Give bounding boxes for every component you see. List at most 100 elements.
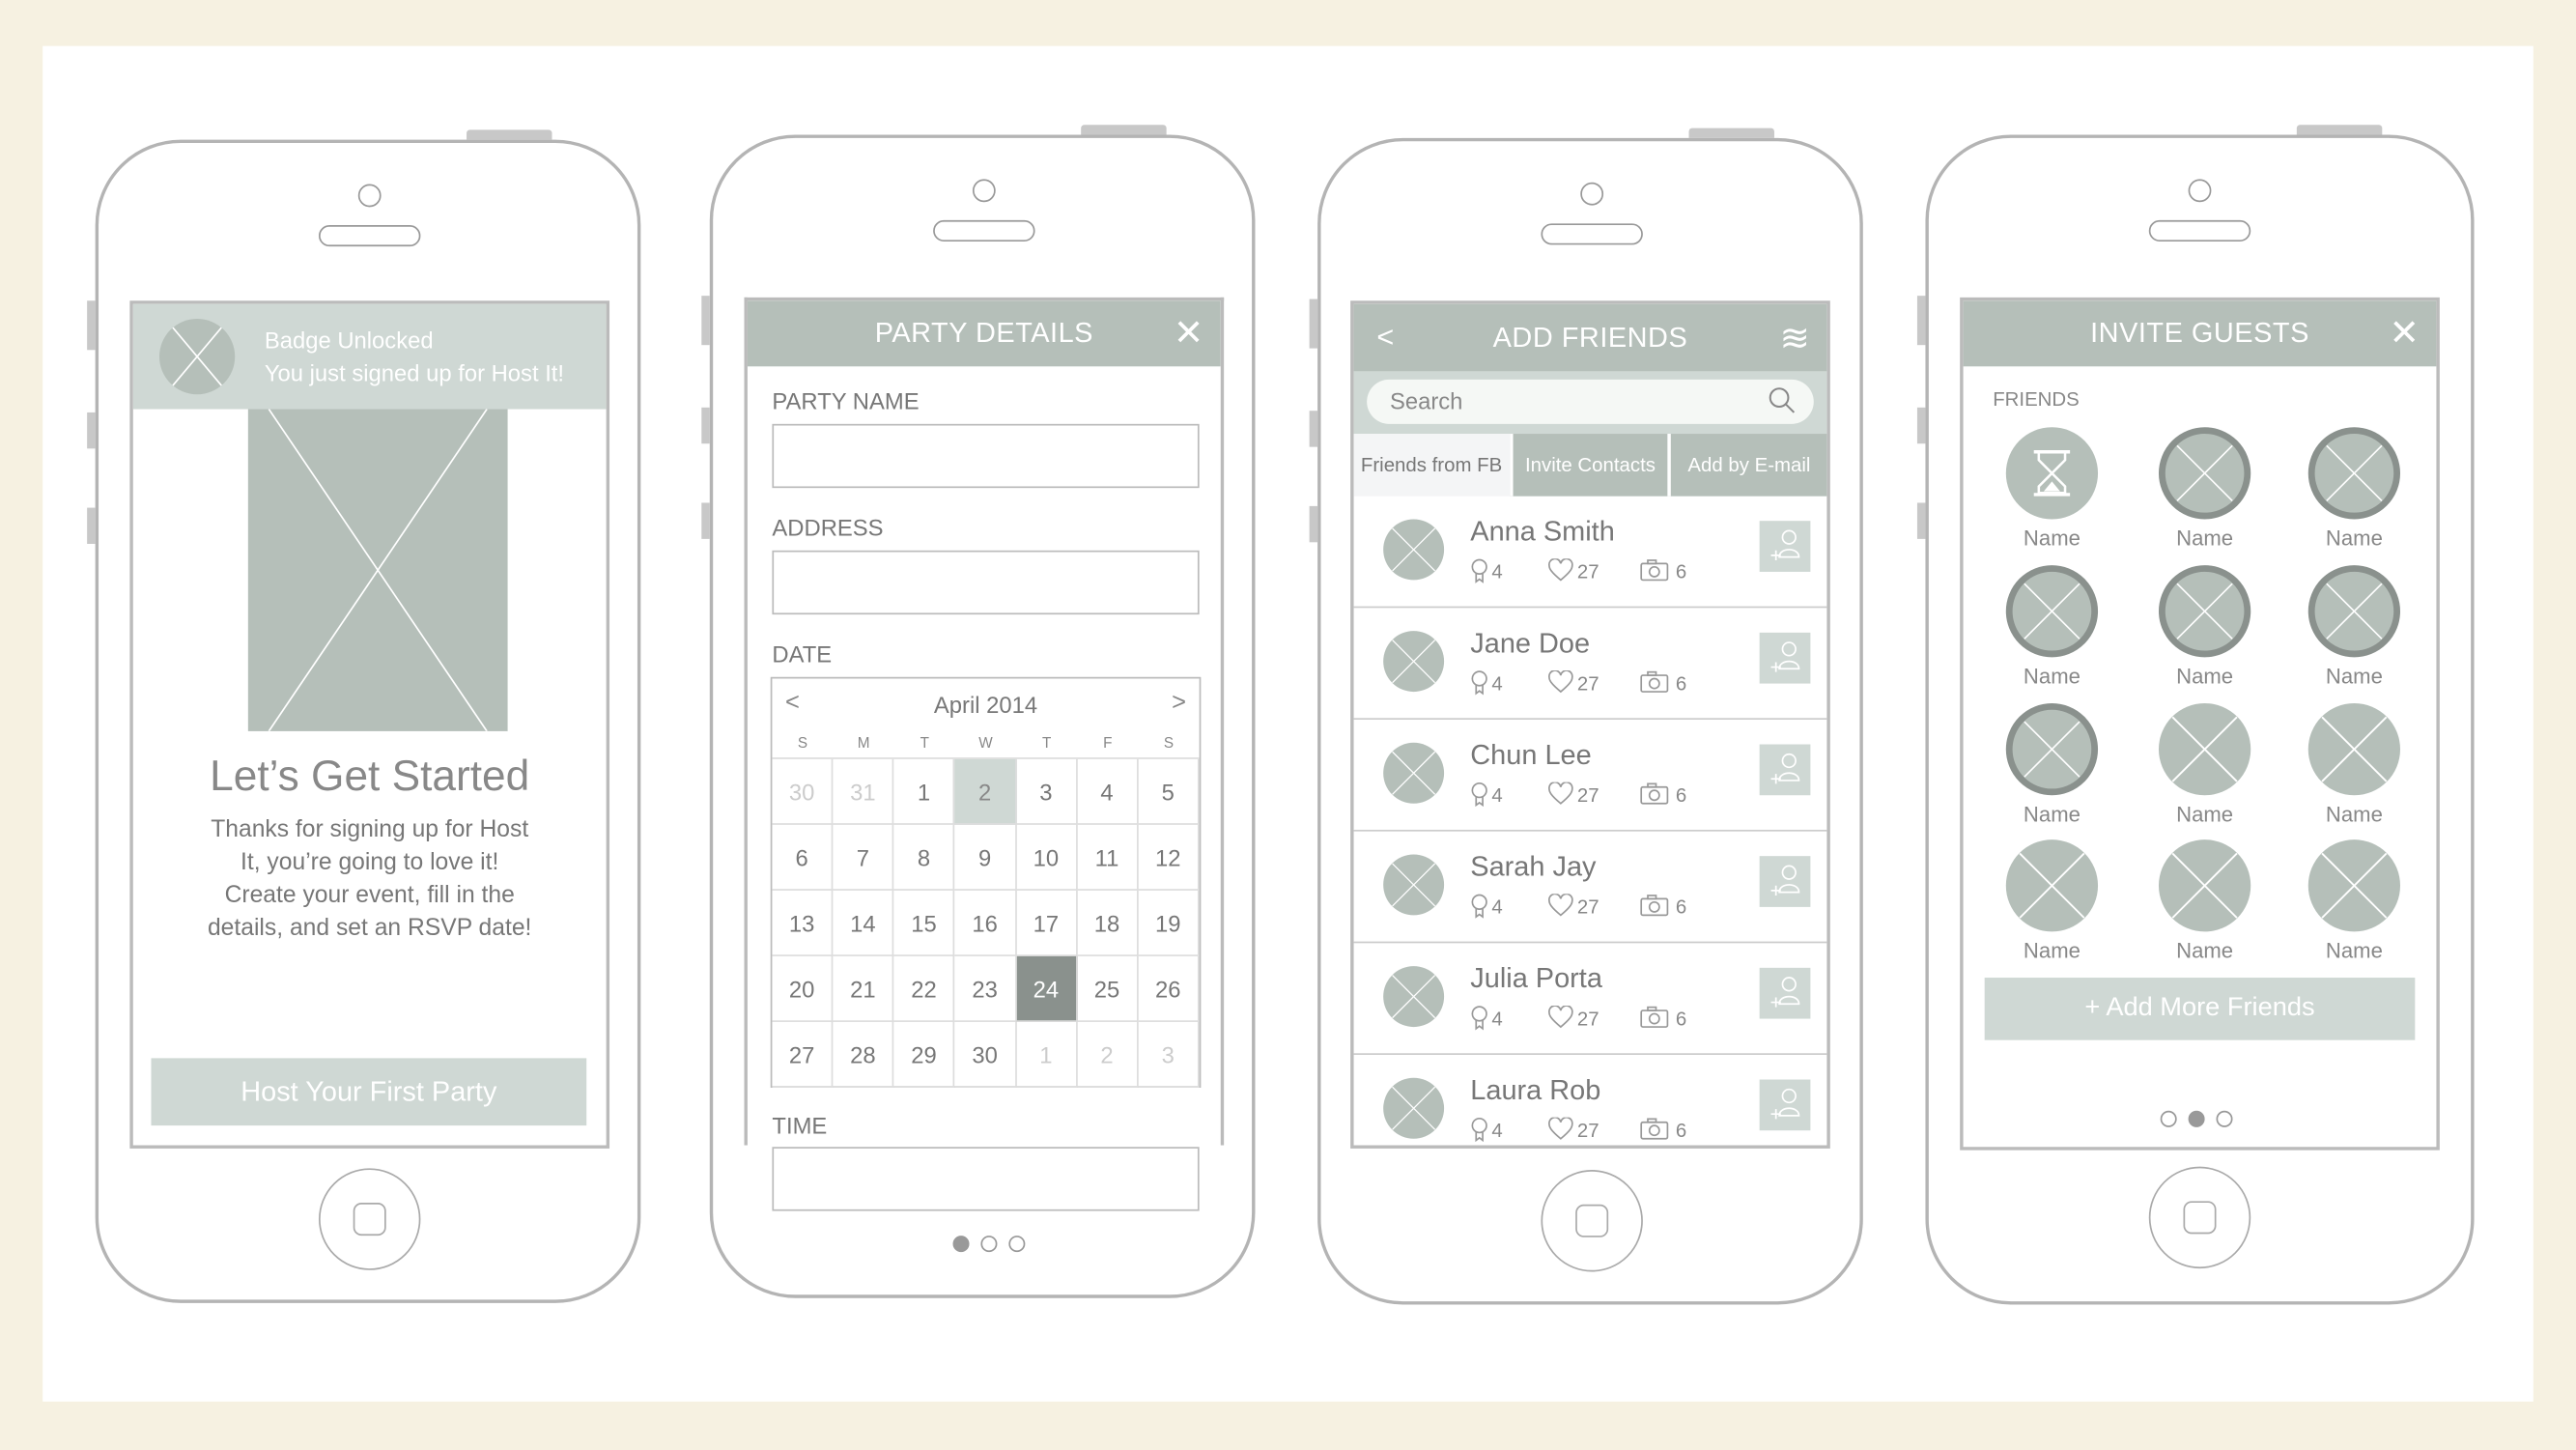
calendar-day[interactable]: 26 [1138, 955, 1200, 1022]
page-dot-active[interactable] [952, 1236, 970, 1253]
calendar-day[interactable]: 30 [772, 758, 834, 825]
add-friend-button[interactable] [1759, 744, 1811, 796]
calendar-day[interactable]: 27 [772, 1021, 834, 1088]
page-dot[interactable] [980, 1236, 998, 1253]
calendar-day[interactable]: 23 [954, 955, 1017, 1022]
close-icon[interactable]: ✕ [1174, 300, 1204, 366]
guest-name: Name [2023, 802, 2081, 827]
guest-avatar [2307, 702, 2401, 796]
add-friend-button[interactable] [1759, 1079, 1811, 1131]
calendar-day[interactable]: 11 [1077, 824, 1139, 891]
calendar-day[interactable]: 10 [1016, 824, 1078, 891]
guest-item[interactable]: Name [1986, 839, 2117, 963]
badge-icon [1470, 1006, 1488, 1036]
tab-add-by-e-mail[interactable]: Add by E-mail [1667, 434, 1827, 497]
hourglass-icon [2005, 427, 2099, 520]
home-button[interactable] [318, 1168, 421, 1270]
menu-icon[interactable]: ≋ [1780, 304, 1811, 372]
friend-name: Julia Porta [1470, 962, 1602, 995]
weekday-label: T [1042, 734, 1052, 752]
calendar-day[interactable]: 3 [1016, 758, 1078, 825]
intro-line: It, you’re going to love it! [241, 849, 499, 876]
photos-count: 6 [1675, 560, 1687, 583]
friend-avatar [1383, 966, 1445, 1028]
calendar-day[interactable]: 14 [833, 890, 894, 956]
guest-item[interactable]: Name [1986, 565, 2117, 689]
heart-icon [1547, 557, 1573, 588]
search-icon[interactable] [1768, 386, 1798, 416]
calendar-day[interactable]: 1 [893, 758, 955, 825]
calendar-day[interactable]: 19 [1138, 890, 1200, 956]
guest-item[interactable]: Name [2139, 702, 2271, 827]
calendar-day-selected[interactable]: 24 [1016, 955, 1078, 1022]
back-button[interactable]: < [1376, 304, 1394, 372]
calendar-day[interactable]: 29 [893, 1021, 955, 1088]
calendar-day[interactable]: 3 [1138, 1021, 1200, 1088]
friend-avatar [1383, 519, 1445, 581]
search-bar: Search [1353, 371, 1827, 435]
guest-item[interactable]: Name [2139, 839, 2271, 963]
search-input[interactable]: Search [1367, 379, 1814, 424]
add-friend-button[interactable] [1759, 632, 1811, 684]
photos-count: 6 [1675, 671, 1687, 696]
phone-welcome: Badge Unlocked You just signed up for Ho… [87, 129, 641, 1303]
calendar-day[interactable]: 8 [893, 824, 955, 891]
page-dot-active[interactable] [2188, 1110, 2205, 1127]
calendar-day[interactable]: 30 [954, 1021, 1017, 1088]
time-input[interactable] [772, 1147, 1200, 1211]
guest-item[interactable]: Name [1986, 427, 2117, 551]
guest-avatar [2005, 839, 2099, 932]
add-friend-button[interactable] [1759, 856, 1811, 907]
close-icon[interactable]: ✕ [2390, 300, 2420, 366]
guest-item[interactable]: Name [1986, 702, 2117, 827]
calendar-day[interactable]: 13 [772, 890, 834, 956]
party-name-input[interactable] [772, 423, 1200, 489]
calendar-day[interactable]: 9 [954, 824, 1017, 891]
guest-item[interactable]: Name [2288, 839, 2420, 963]
calendar-day[interactable]: 18 [1077, 890, 1139, 956]
calendar-day[interactable]: 21 [833, 955, 894, 1022]
badge-count: 4 [1491, 560, 1503, 583]
calendar-day[interactable]: 22 [893, 955, 955, 1022]
calendar-day[interactable]: 1 [1016, 1021, 1078, 1088]
page-dot[interactable] [2160, 1110, 2177, 1127]
tab-invite-contacts[interactable]: Invite Contacts [1509, 434, 1668, 497]
friends-section-label: FRIENDS [1993, 387, 2080, 412]
calendar-day[interactable]: 25 [1077, 955, 1139, 1022]
calendar-day[interactable]: 4 [1077, 758, 1139, 825]
guest-item[interactable]: Name [2139, 427, 2271, 551]
add-friend-button[interactable] [1759, 521, 1811, 572]
friend-stats: 4 27 6 [1470, 781, 1686, 812]
calendar-day[interactable]: 6 [772, 824, 834, 891]
calendar-day[interactable]: 15 [893, 890, 955, 956]
guest-item[interactable]: Name [2288, 565, 2420, 689]
calendar-day[interactable]: 2 [954, 758, 1017, 825]
address-input[interactable] [772, 550, 1200, 615]
home-button[interactable] [1541, 1170, 1643, 1272]
page-dot[interactable] [2216, 1110, 2233, 1127]
calendar-day[interactable]: 20 [772, 955, 834, 1022]
home-button[interactable] [2148, 1166, 2251, 1269]
calendar-day[interactable]: 31 [833, 758, 894, 825]
calendar-day[interactable]: 2 [1077, 1021, 1139, 1088]
tab-friends-from-fb[interactable]: Friends from FB [1353, 434, 1510, 497]
add-friend-button[interactable] [1759, 967, 1811, 1019]
calendar-day[interactable]: 7 [833, 824, 894, 891]
camera-icon [2188, 179, 2212, 203]
host-first-party-button[interactable]: Host Your First Party [151, 1058, 587, 1126]
calendar-day[interactable]: 17 [1016, 890, 1078, 956]
calendar-day[interactable]: 28 [833, 1021, 894, 1088]
next-month-button[interactable]: > [1172, 689, 1186, 717]
guest-item[interactable]: Name [2288, 427, 2420, 551]
page-dot[interactable] [1008, 1236, 1026, 1253]
calendar-day[interactable]: 12 [1138, 824, 1200, 891]
calendar-day[interactable]: 16 [954, 890, 1017, 956]
screen-title: PARTY DETAILS [874, 317, 1093, 349]
add-more-friends-button[interactable]: + Add More Friends [1984, 978, 2416, 1040]
calendar-day[interactable]: 5 [1138, 758, 1200, 825]
guest-item[interactable]: Name [2288, 702, 2420, 827]
badge-text: You just signed up for Host It! [264, 359, 565, 386]
guest-item[interactable]: Name [2139, 565, 2271, 689]
likes-count: 27 [1576, 1007, 1599, 1031]
photos-count: 6 [1675, 1119, 1687, 1143]
